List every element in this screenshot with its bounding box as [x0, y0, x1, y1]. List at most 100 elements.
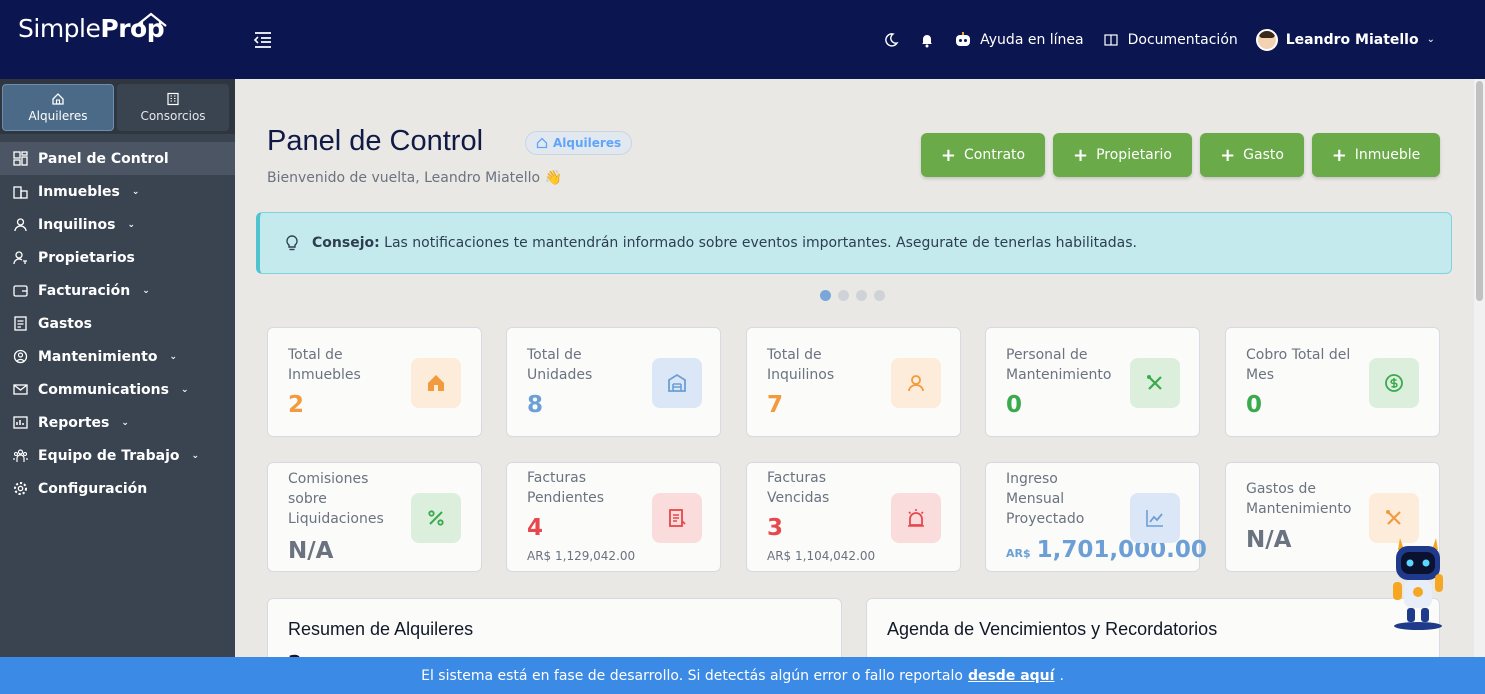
mode-switcher: Alquileres Consorcios — [0, 79, 235, 134]
gear-icon — [13, 481, 28, 496]
sidebar-item-equipo-de-trabajo[interactable]: Equipo de Trabajo ⌄ — [0, 439, 235, 472]
logo-house-icon — [135, 12, 167, 36]
help-online-link[interactable]: Ayuda en línea — [954, 31, 1084, 49]
sidebar-item-gastos[interactable]: Gastos — [0, 307, 235, 340]
add-propietario-button[interactable]: + Propietario — [1053, 133, 1192, 177]
book-icon — [1102, 31, 1120, 49]
sidebar-item-label: Configuración — [38, 480, 148, 497]
currency-label: AR$ — [1006, 547, 1031, 560]
stat-value: N/A — [1246, 527, 1292, 553]
dev-notice-text: El sistema está en fase de desarrollo. S… — [421, 667, 963, 684]
stat-subvalue: AR$ 1,129,042.00 — [527, 549, 636, 563]
panel-title: Resumen de Alquileres — [288, 619, 474, 639]
carousel-dot[interactable] — [820, 290, 831, 301]
add-gasto-button[interactable]: + Gasto — [1200, 133, 1304, 177]
sidebar-item-panel-de-control[interactable]: Panel de Control — [0, 142, 235, 175]
chevron-down-icon: ⌄ — [127, 219, 136, 230]
mode-consorcios-label: Consorcios — [140, 109, 206, 123]
stat-card-facturas-vencidas[interactable]: Facturas Vencidas 3 AR$ 1,104,042.00 — [746, 462, 961, 572]
sidebar-item-label: Gastos — [38, 315, 92, 332]
brand-logo[interactable]: Simple Prop — [18, 12, 167, 43]
user-menu[interactable]: Leandro Miatello ⌄ — [1255, 28, 1435, 51]
sidebar-item-mantenimiento[interactable]: Mantenimiento ⌄ — [0, 340, 235, 373]
add-propietario-label: Propietario — [1096, 147, 1172, 163]
assistant-robot-icon[interactable] — [1388, 530, 1450, 630]
stat-card-comisiones[interactable]: Comisiones sobre Liquidaciones N/A — [267, 462, 482, 572]
dev-notice-banner: El sistema está en fase de desarrollo. S… — [0, 657, 1485, 694]
sidebar-item-reportes[interactable]: Reportes ⌄ — [0, 406, 235, 439]
chevron-down-icon: ⌄ — [1426, 34, 1435, 45]
chevron-down-icon: ⌄ — [142, 285, 150, 296]
sidebar-item-inquilinos[interactable]: Inquilinos ⌄ — [0, 208, 235, 241]
sidebar-item-label: Communications — [38, 381, 169, 398]
page-scrollbar[interactable] — [1474, 79, 1485, 657]
sidebar-item-label: Mantenimiento — [38, 348, 158, 365]
stat-value: 0 — [1006, 392, 1023, 418]
stat-label: Gastos de Mantenimiento — [1246, 481, 1352, 517]
stat-card-inmuebles[interactable]: Total de Inmuebles 2 — [267, 327, 482, 437]
plus-icon: + — [940, 144, 956, 166]
sidebar-item-label: Propietarios — [38, 249, 135, 266]
sidebar-item-label: Reportes — [38, 414, 110, 431]
stat-card-facturas-pendientes[interactable]: Facturas Pendientes 4 AR$ 1,129,042.00 — [506, 462, 721, 572]
panel-title: Agenda de Vencimientos y Recordatorios — [887, 619, 1218, 639]
report-error-link[interactable]: desde aquí — [968, 668, 1054, 684]
user-gear-icon — [13, 349, 28, 364]
stat-label: Total de Unidades — [527, 347, 593, 383]
help-online-label: Ayuda en línea — [980, 31, 1084, 48]
dollar-circle-icon — [1369, 358, 1419, 408]
sidebar-item-propietarios[interactable]: Propietarios — [0, 241, 235, 274]
tip-text: Las notificaciones te mantendrán informa… — [384, 235, 1137, 251]
chevron-down-icon: ⌄ — [191, 450, 200, 461]
sidebar-nav: Panel de Control Inmuebles ⌄ Inquilinos ⌄ … — [0, 142, 235, 505]
chevron-down-icon: ⌄ — [131, 186, 140, 197]
bell-icon[interactable] — [918, 31, 936, 49]
sidebar-item-inmuebles[interactable]: Inmuebles ⌄ — [0, 175, 235, 208]
sidebar-item-communications[interactable]: Communications ⌄ — [0, 373, 235, 406]
carousel-dot[interactable] — [856, 290, 867, 301]
stat-label: Comisiones sobre Liquidaciones — [288, 471, 384, 527]
user-icon — [13, 217, 28, 232]
stat-card-cobro-total[interactable]: Cobro Total del Mes 0 — [1225, 327, 1440, 437]
stat-card-ingreso-mensual[interactable]: Ingreso Mensual Proyectado AR$ 1,701,000.0… — [985, 462, 1207, 572]
stat-label: Facturas Pendientes — [527, 470, 605, 506]
scrollbar-thumb[interactable] — [1476, 81, 1483, 301]
dashboard-icon — [13, 151, 28, 166]
sidebar-item-label: Facturación — [38, 282, 131, 299]
wallet-icon — [13, 283, 28, 298]
mode-alquileres-button[interactable]: Alquileres — [2, 84, 114, 131]
moon-icon[interactable] — [882, 31, 900, 49]
team-icon — [13, 448, 28, 463]
sidebar-item-label: Panel de Control — [38, 150, 169, 167]
lightbulb-icon — [286, 235, 298, 251]
tip-alert: Consejo: Las notificaciones te mantendrá… — [256, 212, 1452, 274]
avatar — [1255, 28, 1278, 51]
add-inmueble-button[interactable]: + Inmueble — [1312, 133, 1440, 177]
add-gasto-label: Gasto — [1243, 147, 1284, 163]
stat-card-inquilinos[interactable]: Total de Inquilinos 7 — [746, 327, 961, 437]
carousel-dot[interactable] — [874, 290, 885, 301]
stat-label: Total de Inquilinos — [767, 347, 835, 383]
percent-icon — [411, 493, 461, 543]
documentation-link[interactable]: Documentación — [1102, 31, 1238, 49]
sidebar-toggle-icon[interactable] — [252, 29, 274, 51]
stat-value: 2 — [288, 392, 305, 418]
sidebar-item-configuracion[interactable]: Configuración — [0, 472, 235, 505]
add-contrato-button[interactable]: + Contrato — [921, 133, 1045, 177]
line-chart-icon — [1130, 493, 1180, 543]
robot-icon — [954, 31, 972, 49]
stat-card-personal-mantenimiento[interactable]: Personal de Mantenimiento 0 — [985, 327, 1200, 437]
page-title: Panel de Control — [267, 125, 484, 157]
tip-prefix: Consejo: — [312, 235, 380, 251]
receipt-icon — [13, 316, 28, 331]
carousel-dot[interactable] — [838, 290, 849, 301]
plus-icon: + — [1220, 144, 1236, 166]
warehouse-icon — [652, 358, 702, 408]
mode-consorcios-button[interactable]: Consorcios — [117, 84, 229, 131]
sidebar-item-label: Equipo de Trabajo — [38, 447, 180, 464]
invoice-icon — [652, 493, 702, 543]
mode-alquileres-label: Alquileres — [28, 109, 88, 123]
plus-icon: + — [1331, 144, 1347, 166]
stat-card-unidades[interactable]: Total de Unidades 8 — [506, 327, 721, 437]
sidebar-item-facturacion[interactable]: Facturación ⌄ — [0, 274, 235, 307]
